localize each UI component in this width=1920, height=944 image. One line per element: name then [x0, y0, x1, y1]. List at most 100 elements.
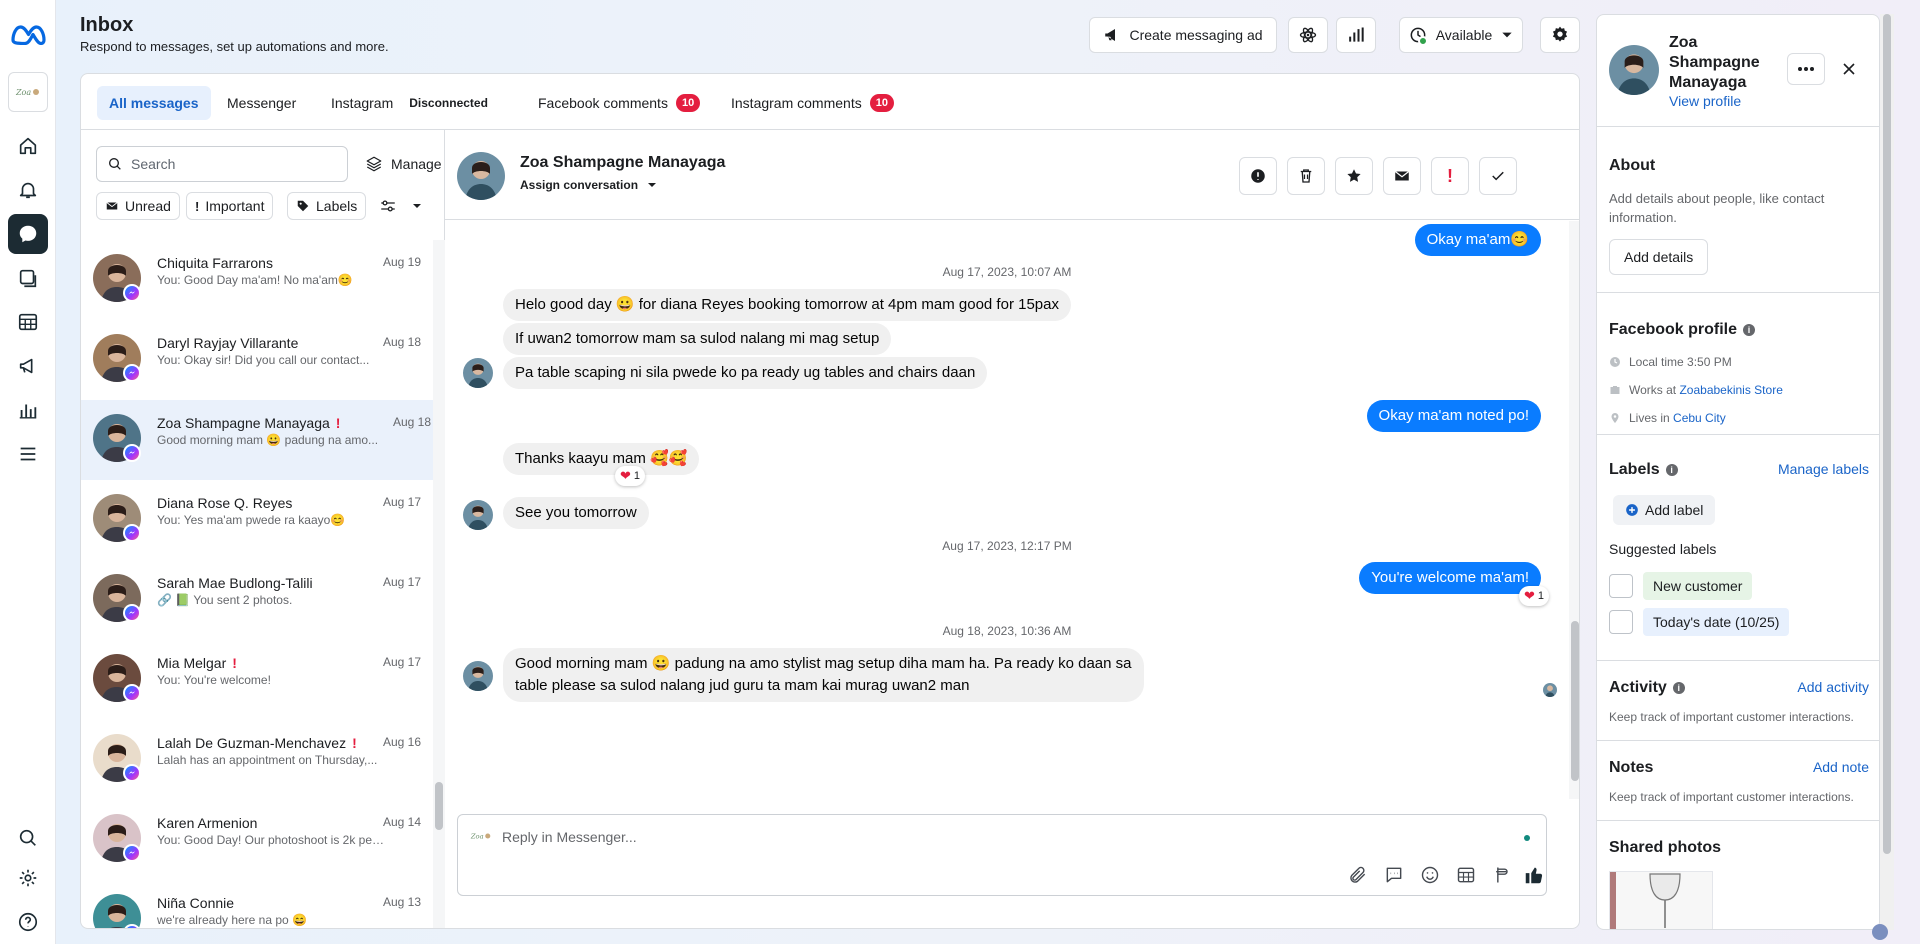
- workplace-link[interactable]: Zoababekinis Store: [1679, 383, 1782, 397]
- reply-input[interactable]: [502, 825, 1482, 849]
- notifications-icon[interactable]: [8, 170, 48, 210]
- tab-instagram[interactable]: Instagram Disconnected: [319, 86, 500, 120]
- tab-messenger[interactable]: Messenger: [215, 86, 308, 120]
- insights-icon[interactable]: [8, 390, 48, 430]
- create-messaging-ad-button[interactable]: Create messaging ad: [1089, 17, 1277, 53]
- label-checkbox-new-customer[interactable]: [1609, 574, 1633, 598]
- planner-icon[interactable]: [8, 302, 48, 342]
- close-icon: [1843, 63, 1855, 75]
- mark-important-button[interactable]: !: [1431, 157, 1469, 195]
- briefcase-icon: [1610, 386, 1620, 394]
- add-activity-link[interactable]: Add activity: [1797, 679, 1869, 695]
- assign-conversation-dropdown[interactable]: Assign conversation: [520, 178, 658, 192]
- incoming-message[interactable]: Helo good day 😀 for diana Reyes booking …: [503, 289, 1071, 321]
- view-profile-link[interactable]: View profile: [1669, 93, 1741, 109]
- search-icon[interactable]: [8, 818, 48, 858]
- help-icon[interactable]: [8, 902, 48, 942]
- automations-button[interactable]: [1288, 17, 1328, 53]
- filter-options-button[interactable]: [371, 192, 431, 220]
- conversation-item[interactable]: Zoa Shampagne Manayaga! Good morning mam …: [81, 400, 433, 480]
- manage-button[interactable]: Manage: [365, 146, 442, 182]
- inbox-settings-button[interactable]: [1540, 17, 1580, 53]
- incoming-message[interactable]: See you tomorrow: [503, 497, 649, 529]
- city-link[interactable]: Cebu City: [1673, 411, 1726, 425]
- reaction-badge[interactable]: ❤ 1: [1518, 586, 1549, 606]
- incoming-message[interactable]: Thanks kaayu mam 🥰🥰: [503, 443, 700, 475]
- menu-icon[interactable]: [8, 434, 48, 474]
- conversation-item[interactable]: Karen Armenion You: Good Day! Our photosh…: [81, 800, 433, 880]
- filter-labels[interactable]: Labels: [287, 192, 367, 220]
- meta-logo[interactable]: [9, 18, 47, 50]
- tab-instagram-comments[interactable]: Instagram comments 10: [719, 86, 906, 120]
- conversation-item[interactable]: Diana Rose Q. Reyes You: Yes ma'am pwede …: [81, 480, 433, 560]
- contact-avatar[interactable]: [457, 152, 505, 200]
- paperclip-icon: [1350, 866, 1366, 883]
- page-scrollbar[interactable]: [1880, 14, 1894, 930]
- page-avatar[interactable]: Zoa: [8, 72, 48, 112]
- outgoing-message[interactable]: Okay ma'am noted po!: [1366, 400, 1541, 432]
- tab-facebook-comments[interactable]: Facebook comments 10: [526, 86, 712, 120]
- close-panel-button[interactable]: [1837, 57, 1861, 81]
- reaction-badge[interactable]: ❤ 1: [615, 466, 646, 486]
- info-icon[interactable]: i: [1743, 324, 1756, 336]
- works-at-row: Works at Zoababekinis Store: [1609, 383, 1783, 397]
- search-box[interactable]: [96, 146, 348, 182]
- outgoing-message[interactable]: Okay ma'am😊: [1414, 224, 1541, 256]
- info-icon[interactable]: i: [1672, 682, 1685, 694]
- availability-dropdown[interactable]: Available: [1399, 17, 1523, 53]
- conversation-item[interactable]: Daryl Rayjay Villarante You: Okay sir! Di…: [81, 320, 433, 400]
- add-details-button[interactable]: Add details: [1609, 239, 1709, 275]
- content-icon[interactable]: [8, 258, 48, 298]
- conversation-item[interactable]: Mia Melgar! You: You're welcome! Aug 17: [81, 640, 433, 720]
- filter-label: Important: [205, 198, 265, 214]
- thread-scrollbar[interactable]: [1569, 221, 1579, 799]
- mark-spam-button[interactable]: [1239, 157, 1277, 195]
- filter-unread[interactable]: Unread: [96, 192, 180, 220]
- like-button[interactable]: [1520, 861, 1548, 889]
- saved-replies-button[interactable]: [1380, 861, 1408, 889]
- availability-status-icon: [1408, 25, 1428, 46]
- conversation-list-scrollbar[interactable]: [433, 240, 445, 928]
- home-icon[interactable]: [8, 126, 48, 166]
- manage-labels-link[interactable]: Manage labels: [1778, 461, 1869, 477]
- star-button[interactable]: [1335, 157, 1373, 195]
- delete-button[interactable]: [1287, 157, 1325, 195]
- info-icon[interactable]: i: [1665, 464, 1678, 476]
- profile-avatar[interactable]: [1609, 45, 1659, 95]
- inbox-icon[interactable]: [8, 214, 48, 254]
- conversation-preview: You: Good Day! Our photoshoot is 2k pes.…: [157, 833, 387, 847]
- labels-title: Labels i: [1609, 461, 1678, 479]
- conversation-preview: Good morning mam 😀 padung na amo...: [157, 433, 379, 447]
- tab-label: Facebook comments: [538, 95, 668, 111]
- mark-unread-button[interactable]: [1383, 157, 1421, 195]
- attach-button[interactable]: [1344, 861, 1372, 889]
- label-checkbox-todays-date[interactable]: [1609, 610, 1633, 634]
- conversation-item[interactable]: Lalah De Guzman-Menchavez! Lalah has an a…: [81, 720, 433, 800]
- incoming-message[interactable]: Good morning mam 😀 padung na amo stylist…: [503, 648, 1144, 702]
- add-note-link[interactable]: Add note: [1813, 759, 1869, 775]
- payment-button[interactable]: [1488, 861, 1516, 889]
- globe-icon[interactable]: [1872, 924, 1888, 940]
- thread-contact-name[interactable]: Zoa Shampagne Manayaga: [520, 154, 725, 172]
- emoji-button[interactable]: [1416, 861, 1444, 889]
- search-input[interactable]: [131, 156, 331, 172]
- conversation-item[interactable]: Chiquita Farrarons You: Good Day ma'am! N…: [81, 240, 433, 320]
- reply-composer: Zoa: [457, 814, 1547, 896]
- conversation-item[interactable]: Sarah Mae Budlong-Talili 🔗 📗 You sent 2 p…: [81, 560, 433, 640]
- appointment-button[interactable]: [1452, 861, 1480, 889]
- insights-button[interactable]: [1336, 17, 1376, 53]
- more-options-button[interactable]: [1787, 53, 1825, 85]
- outgoing-message[interactable]: You're welcome ma'am!: [1359, 562, 1541, 594]
- settings-icon[interactable]: [8, 858, 48, 898]
- ads-icon[interactable]: [8, 346, 48, 386]
- contact-details-panel: Zoa Shampagne Manayaga View profile Abou…: [1596, 14, 1880, 930]
- filter-label: Unread: [125, 198, 171, 214]
- add-label-button[interactable]: Add label: [1613, 495, 1716, 525]
- filter-important[interactable]: ! Important: [186, 192, 274, 220]
- incoming-message[interactable]: If uwan2 tomorrow mam sa sulod nalang mi…: [503, 323, 892, 355]
- shared-photo-thumbnail[interactable]: [1609, 871, 1713, 929]
- conversation-item[interactable]: Niña Connie we're already here na po 😄 Aug…: [81, 880, 433, 928]
- mark-done-button[interactable]: [1479, 157, 1517, 195]
- incoming-message[interactable]: Pa table scaping ni sila pwede ko pa rea…: [503, 357, 988, 389]
- tab-all-messages[interactable]: All messages: [97, 86, 211, 120]
